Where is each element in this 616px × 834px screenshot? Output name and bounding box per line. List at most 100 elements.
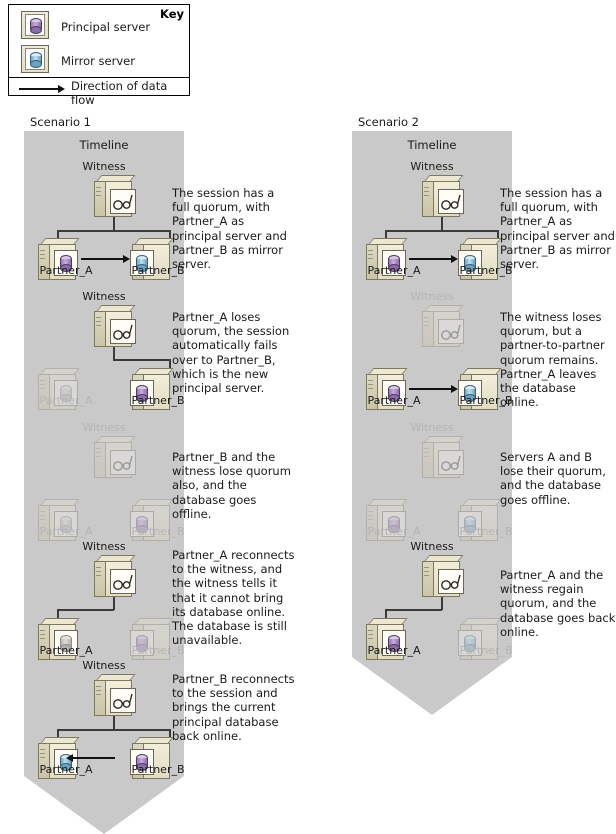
s2-step4-bus-line: [385, 609, 442, 611]
s1-step2-partner-a-label: Partner_A: [39, 394, 93, 407]
scenario-2-timeline-arrowhead: [352, 657, 512, 715]
s1-step5-dataflow-line: [72, 757, 115, 759]
key-label-dataflow: Direction of data flow: [71, 79, 168, 107]
s1-step-2-description: Partner_A loses quorum, the session auto…: [172, 310, 290, 396]
scenario-2-timeline-title: Timeline: [407, 138, 457, 152]
s1-step-1-description: The session has a full quorum, with Part…: [172, 186, 287, 272]
s2-step2-dataflow-arrowhead: [451, 385, 458, 393]
s1-step-4-group: Witness Partner_A Partner_B: [24, 540, 185, 660]
s2-step4-witness-server-icon: [422, 555, 464, 597]
s1-step1-dataflow-line: [81, 258, 124, 260]
s1-step2-witness-label: Witness: [82, 290, 126, 303]
key-label-principal: Principal server: [61, 20, 151, 34]
witness-glasses-icon: [438, 569, 464, 594]
s2-step1-witness-server-icon: [422, 175, 464, 217]
s1-step2-bus-line: [113, 359, 170, 361]
s2-step4-partner-a-label: Partner_A: [367, 644, 421, 657]
s2-step1-partner-a-label: Partner_A: [367, 264, 421, 277]
s1-step5-partner-a-label: Partner_A: [39, 763, 93, 776]
s1-step1-bus-line: [57, 230, 170, 232]
scenario-2-label: Scenario 2: [358, 115, 419, 129]
s2-step1-bus-line: [385, 230, 498, 232]
glasses-icon: [441, 324, 461, 340]
s2-step3-witness-label: Witness: [410, 421, 454, 434]
s1-step3-witness-server-icon: [94, 436, 136, 478]
s2-step1-witness-drop-line: [441, 217, 443, 231]
s1-step1-witness-drop-line: [113, 217, 115, 231]
arrow-right-icon: [19, 85, 67, 93]
s2-step-1-group: Witness Partner_A Partner_B: [352, 160, 513, 280]
witness-glasses-icon: [438, 189, 464, 214]
s1-step3-partner-b-label: Partner_B: [131, 525, 185, 538]
s1-step1-witness-server-icon: [94, 175, 136, 217]
glasses-icon: [113, 693, 133, 709]
key-legend-box: Key Principal server Mirror server Direc…: [8, 4, 190, 107]
s1-step-4-description: Partner_A reconnects to the witness, and…: [172, 548, 295, 648]
key-row-dataflow: Direction of data flow: [9, 77, 189, 109]
glasses-icon: [113, 574, 133, 590]
key-row-principal: Principal server: [9, 9, 189, 41]
s1-step4-partner-a-label: Partner_A: [39, 644, 93, 657]
witness-glasses-icon: [110, 569, 136, 594]
glasses-icon: [113, 455, 133, 471]
s2-step-4-description: Partner_A and the witness regain quorum,…: [500, 568, 616, 639]
s1-step-5-group: Witness Partner_A Partner_B: [24, 659, 185, 779]
s2-step-2-description: The witness loses quorum, but a partner-…: [500, 310, 605, 410]
witness-glasses-icon: [110, 319, 136, 344]
s2-step-3-description: Servers A and B lose their quorum, and t…: [500, 450, 606, 507]
s1-step4-bus-line: [57, 609, 114, 611]
s2-step2-dataflow-line: [409, 388, 452, 390]
scenario-1-timeline-arrowhead: [24, 776, 184, 834]
s1-step5-dataflow-arrowhead: [66, 754, 73, 762]
key-row-mirror: Mirror server: [9, 43, 189, 75]
principal-server-icon: [21, 11, 49, 39]
key-label-mirror: Mirror server: [61, 54, 135, 68]
s2-step1-witness-label: Witness: [410, 160, 454, 173]
s2-step1-dataflow-arrowhead: [451, 255, 458, 263]
s2-step2-witness-label: Witness: [410, 290, 454, 303]
s2-step3-partner-a-label: Partner_A: [367, 525, 421, 538]
s1-step5-witness-server-icon: [94, 674, 136, 716]
s2-step2-partner-a-label: Partner_A: [367, 394, 421, 407]
s2-step4-witness-label: Witness: [410, 540, 454, 553]
glasses-icon: [113, 194, 133, 210]
witness-glasses-icon: [110, 688, 136, 713]
s1-step-3-group: Witness Partner_A Partner_B: [24, 421, 185, 541]
s1-step-2-group: Witness Partner_A Partner_B: [24, 290, 185, 410]
s1-step1-witness-label: Witness: [82, 160, 126, 173]
s2-step4-partner-b-label: Partner_B: [459, 644, 513, 657]
s1-step4-witness-server-icon: [94, 555, 136, 597]
s2-step-3-group: Witness Partner_A Partner_B: [352, 421, 513, 541]
witness-glasses-icon: [438, 450, 464, 475]
witness-glasses-icon: [110, 189, 136, 214]
s1-step1-dataflow-arrowhead: [123, 255, 130, 263]
s1-step-1-group: Witness Partner_A Partner_B: [24, 160, 185, 280]
s2-step-1-description: The session has a full quorum, with Part…: [500, 186, 615, 272]
s2-step3-witness-server-icon: [422, 436, 464, 478]
s1-step3-witness-label: Witness: [82, 421, 126, 434]
s2-step-4-group: Witness Partner_A Partner_B: [352, 540, 513, 660]
glasses-icon: [441, 194, 461, 210]
glasses-icon: [113, 324, 133, 340]
s2-step1-dataflow-line: [409, 258, 452, 260]
witness-glasses-icon: [110, 450, 136, 475]
s1-step5-bus-line: [57, 729, 170, 731]
s1-step5-witness-label: Witness: [82, 659, 126, 672]
s2-step2-witness-server-icon: [422, 305, 464, 347]
s1-step3-partner-a-label: Partner_A: [39, 525, 93, 538]
s1-step4-witness-label: Witness: [82, 540, 126, 553]
scenario-1-label: Scenario 1: [30, 115, 91, 129]
glasses-icon: [441, 574, 461, 590]
s1-step2-partner-b-label: Partner_B: [131, 394, 185, 407]
s2-step3-partner-b-label: Partner_B: [459, 525, 513, 538]
witness-glasses-icon: [438, 319, 464, 344]
mirror-server-icon: [21, 45, 49, 73]
s1-step5-partner-b-label: Partner_B: [131, 763, 185, 776]
s1-step1-partner-a-label: Partner_A: [39, 264, 93, 277]
s2-step-2-group: Witness Partner_A Partner_B: [352, 290, 513, 410]
s1-step5-witness-drop-line: [113, 716, 115, 730]
glasses-icon: [441, 455, 461, 471]
s1-step-5-description: Partner_B reconnects to the session and …: [172, 672, 295, 743]
s1-step-3-description: Partner_B and the witness lose quorum al…: [172, 450, 291, 521]
scenario-1-timeline-title: Timeline: [79, 138, 129, 152]
